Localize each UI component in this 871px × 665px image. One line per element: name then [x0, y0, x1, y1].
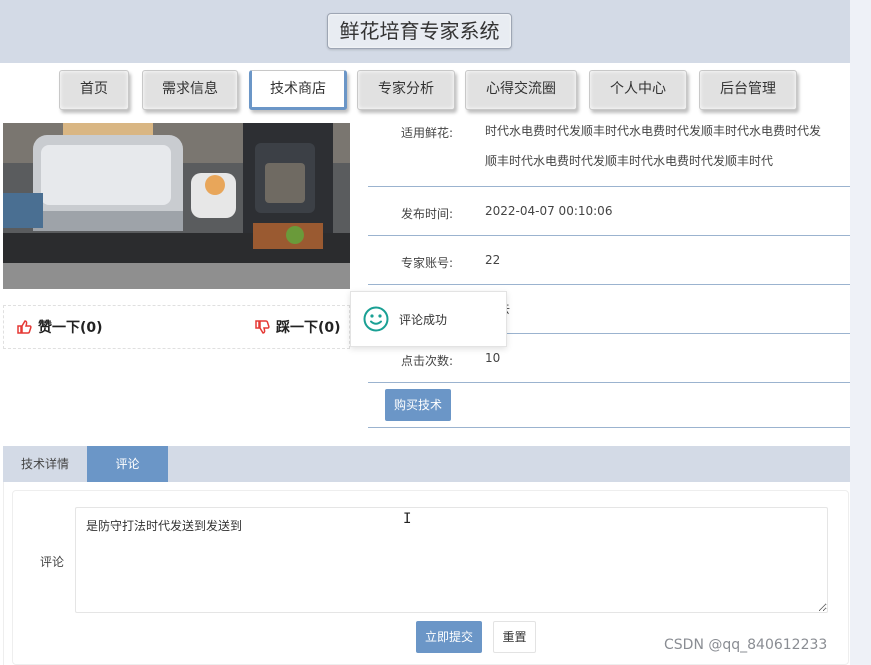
- info-row-expert-account: 专家账号: 22: [368, 236, 850, 285]
- publish-time-value: 2022-04-07 00:10:06: [485, 204, 613, 218]
- suitable-flowers-label: 适用鲜花:: [401, 126, 454, 140]
- product-photo: [3, 123, 350, 289]
- toast-message: 评论成功: [399, 313, 448, 327]
- page: 鲜花培育专家系统 首页 需求信息 技术商店 专家分析 心得交流圈 个人中心 后台…: [0, 0, 850, 665]
- like-button[interactable]: 赞一下(0): [16, 318, 103, 338]
- publish-time-label: 发布时间:: [401, 207, 454, 221]
- reset-button[interactable]: 重置: [493, 621, 536, 653]
- nav-item-home[interactable]: 首页: [59, 70, 129, 110]
- comment-label: 评论: [40, 555, 65, 569]
- suitable-flowers-line2: 顺丰时代水电费时代发顺丰时代水电费时代发顺丰时代: [485, 154, 774, 168]
- toast: 评论成功: [350, 291, 507, 347]
- detail-tabs: 技术详情 评论: [3, 446, 850, 482]
- nav-item-admin[interactable]: 后台管理: [699, 70, 797, 110]
- vote-bar: 赞一下(0) 踩一下(0): [3, 305, 350, 349]
- click-count-value: 10: [485, 351, 501, 365]
- comment-input[interactable]: [75, 507, 828, 613]
- product-image: [3, 123, 350, 289]
- site-title: 鲜花培育专家系统: [327, 13, 512, 49]
- nav-item-expert-analysis[interactable]: 专家分析: [357, 70, 455, 110]
- thumbs-down-icon: [255, 320, 270, 334]
- tab-tech-details[interactable]: 技术详情: [3, 446, 87, 482]
- buy-tech-button[interactable]: 购买技术: [385, 389, 451, 421]
- nav-item-personal-center[interactable]: 个人中心: [589, 70, 687, 110]
- thumbs-up-icon: [17, 320, 32, 334]
- suitable-flowers-value: 时代水电费时代发顺丰时代水电费时代发顺丰时代水电费时代发 顺丰时代水电费时代发顺…: [485, 116, 845, 176]
- submit-button[interactable]: 立即提交: [416, 621, 482, 653]
- header: 鲜花培育专家系统: [0, 0, 850, 63]
- nav-item-experience-circle[interactable]: 心得交流圈: [465, 70, 577, 110]
- suitable-flowers-line1: 时代水电费时代发顺丰时代水电费时代发顺丰时代水电费时代发: [485, 124, 822, 138]
- dislike-button[interactable]: 踩一下(0): [254, 318, 341, 338]
- dislike-label: 踩一下(0): [276, 320, 341, 336]
- tab-comments[interactable]: 评论: [87, 446, 168, 482]
- smile-icon: [363, 306, 389, 336]
- nav-item-tech-store[interactable]: 技术商店: [249, 70, 347, 110]
- scrollbar-area[interactable]: [850, 0, 871, 665]
- watermark: CSDN @qq_840612233: [664, 637, 828, 653]
- expert-account-label: 专家账号:: [401, 256, 454, 270]
- text-cursor-icon: I: [403, 511, 412, 527]
- nav-item-demand[interactable]: 需求信息: [142, 70, 238, 110]
- click-count-label: 点击次数:: [401, 354, 454, 368]
- like-label: 赞一下(0): [38, 320, 103, 336]
- main-nav: 首页 需求信息 技术商店 专家分析 心得交流圈 个人中心 后台管理: [0, 63, 850, 113]
- info-row-publish-time: 发布时间: 2022-04-07 00:10:06: [368, 187, 850, 236]
- info-row-suitable-flowers: 适用鲜花: 时代水电费时代发顺丰时代水电费时代发顺丰时代水电费时代发 顺丰时代水…: [368, 113, 850, 187]
- expert-account-value: 22: [485, 253, 501, 267]
